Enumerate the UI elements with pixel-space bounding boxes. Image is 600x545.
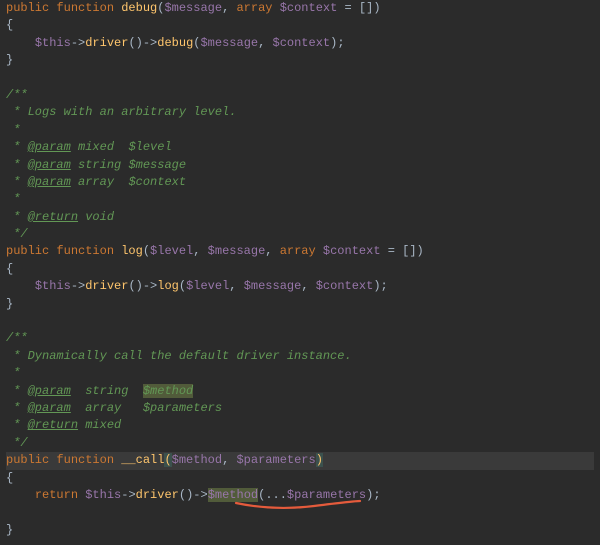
- matched-paren-open: (: [164, 453, 171, 467]
- keyword-return: return: [35, 488, 78, 502]
- code-line: $this->driver()->debug($message, $contex…: [6, 35, 594, 52]
- var-context: $context: [280, 1, 338, 15]
- doc-comment-open: /**: [6, 87, 594, 104]
- var-level: $level: [150, 244, 193, 258]
- code-line: public function log($level, $message, ar…: [6, 243, 594, 260]
- keyword-array: array: [236, 1, 272, 15]
- code-line: public function debug($message, array $c…: [6, 0, 594, 17]
- phpdoc-param: @param: [28, 175, 71, 189]
- doc-comment-line: * @param string $message: [6, 157, 594, 174]
- function-name-debug: debug: [121, 1, 157, 15]
- keyword-public: public: [6, 1, 49, 15]
- code-editor[interactable]: public function debug($message, array $c…: [0, 0, 600, 545]
- doc-comment-line: * @param array $context: [6, 174, 594, 191]
- highlighted-docvar-method: $method: [143, 384, 193, 398]
- doc-comment-line: *: [6, 191, 594, 208]
- code-line: return $this->driver()->$method(...$para…: [6, 487, 594, 522]
- method-debug: debug: [157, 36, 193, 50]
- code-line: $this->driver()->log($level, $message, $…: [6, 278, 594, 295]
- var-method: $method: [172, 453, 222, 467]
- brace-open: {: [6, 18, 13, 32]
- code-line: }: [6, 522, 594, 539]
- code-line-highlighted: public function __call($method, $paramet…: [6, 452, 594, 469]
- code-line: {: [6, 470, 594, 487]
- var-this: $this: [35, 36, 71, 50]
- code-line: }: [6, 52, 594, 69]
- doc-comment-line: *: [6, 365, 594, 382]
- code-line: [6, 313, 594, 330]
- phpdoc-return: @return: [28, 210, 78, 224]
- phpdoc-param: @param: [28, 140, 71, 154]
- code-line: {: [6, 17, 594, 34]
- doc-comment-line: * @param mixed $level: [6, 139, 594, 156]
- doc-comment-open: /**: [6, 330, 594, 347]
- code-line: {: [6, 261, 594, 278]
- brace-close: }: [6, 53, 13, 67]
- spread-operator: ...: [265, 488, 287, 502]
- highlighted-var-method: $method: [208, 488, 258, 502]
- phpdoc-param: @param: [28, 158, 71, 172]
- doc-comment-line: * Dynamically call the default driver in…: [6, 348, 594, 365]
- code-line: [6, 70, 594, 87]
- function-name-log: log: [121, 244, 143, 258]
- doc-comment-close: */: [6, 226, 594, 243]
- doc-comment-line: * @param array $parameters: [6, 400, 594, 417]
- doc-comment-line: * @return void: [6, 209, 594, 226]
- doc-comment-line: * Logs with an arbitrary level.: [6, 104, 594, 121]
- method-driver: driver: [85, 36, 128, 50]
- doc-comment-close: */: [6, 435, 594, 452]
- function-name-call: __call: [121, 453, 164, 467]
- var-parameters: $parameters: [236, 453, 315, 467]
- keyword-function: function: [56, 1, 114, 15]
- code-line: }: [6, 296, 594, 313]
- doc-comment-line: *: [6, 122, 594, 139]
- doc-comment-line: * @param string $method: [6, 383, 594, 400]
- matched-paren-close: ): [316, 453, 323, 467]
- var-message: $message: [164, 1, 222, 15]
- doc-comment-line: * @return mixed: [6, 417, 594, 434]
